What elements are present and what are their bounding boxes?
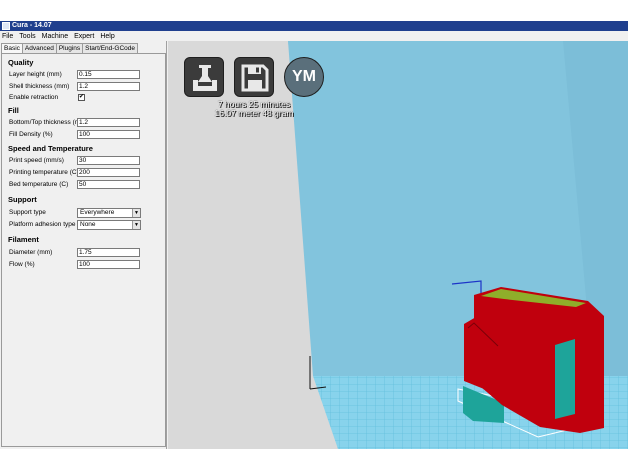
app-icon [2, 22, 10, 30]
bed-temperature-field[interactable]: 50 [77, 180, 140, 189]
support-type-select[interactable]: Everywhere ▼ [77, 208, 141, 218]
load-icon [193, 65, 217, 91]
platform-adhesion-select[interactable]: None ▼ [77, 220, 141, 230]
print-speed-label: Print speed (mm/s) [9, 157, 64, 164]
flow-label: Flow (%) [9, 261, 35, 268]
support-type-value: Everywhere [80, 209, 115, 216]
flow-field[interactable]: 100 [77, 260, 140, 269]
diameter-label: Diameter (mm) [9, 249, 53, 256]
chevron-down-icon[interactable]: ▼ [132, 209, 140, 217]
support-type-label: Support type [9, 209, 46, 216]
menu-file[interactable]: File [2, 33, 13, 40]
tab-start-end-gcode[interactable]: Start/End-GCode [82, 43, 139, 53]
print-speed-field[interactable]: 30 [77, 156, 140, 165]
settings-panel: Basic Advanced Plugins Start/End-GCode Q… [0, 41, 167, 449]
print-estimate: 7 hours 25 minutes 16.07 meter 48 gram [192, 100, 316, 118]
basic-settings: Quality Layer height (mm) 0.15 Shell thi… [1, 53, 166, 447]
cura-window: Cura - 14.07 File Tools Machine Expert H… [0, 21, 628, 449]
youmagine-button[interactable]: YM [284, 57, 324, 97]
printing-temperature-label: Printing temperature (C) [9, 169, 79, 176]
shell-thickness-field[interactable]: 1.2 [77, 82, 140, 91]
load-model-button[interactable] [184, 57, 224, 97]
bottom-top-thickness-label: Bottom/Top thickness (mm) [9, 119, 88, 126]
fill-heading: Fill [8, 106, 19, 115]
fill-density-label: Fill Density (%) [9, 131, 53, 138]
menu-bar: File Tools Machine Expert Help [0, 31, 628, 41]
menu-expert[interactable]: Expert [74, 33, 94, 40]
fill-density-field[interactable]: 100 [77, 130, 140, 139]
shell-thickness-label: Shell thickness (mm) [9, 83, 70, 90]
material-usage: 16.07 meter 48 gram [214, 108, 294, 118]
bed-temperature-label: Bed temperature (C) [9, 181, 69, 188]
platform-adhesion-label: Platform adhesion type [9, 221, 76, 228]
layer-height-label: Layer height (mm) [9, 71, 62, 78]
speed-temperature-heading: Speed and Temperature [8, 144, 93, 153]
menu-machine[interactable]: Machine [42, 33, 68, 40]
window-title: Cura - 14.07 [12, 22, 52, 29]
title-bar: Cura - 14.07 [0, 21, 628, 31]
chevron-down-icon[interactable]: ▼ [132, 221, 140, 229]
enable-retraction-checkbox[interactable]: ✔ [78, 94, 85, 101]
save-disk-icon [241, 64, 269, 92]
save-toolpath-button[interactable] [234, 57, 274, 97]
3d-viewport[interactable]: YM 7 hours 25 minutes 16.07 meter 48 gra… [168, 41, 628, 449]
filament-heading: Filament [8, 235, 39, 244]
quality-heading: Quality [8, 58, 34, 67]
layer-height-field[interactable]: 0.15 [77, 70, 140, 79]
platform-adhesion-value: None [80, 221, 96, 228]
settings-tabs: Basic Advanced Plugins Start/End-GCode [1, 43, 139, 54]
bottom-top-thickness-field[interactable]: 1.2 [77, 118, 140, 127]
support-heading: Support [8, 195, 37, 204]
tab-advanced[interactable]: Advanced [21, 43, 57, 53]
enable-retraction-label: Enable retraction [9, 94, 59, 101]
menu-help[interactable]: Help [100, 33, 114, 40]
diameter-field[interactable]: 1.75 [77, 248, 140, 257]
tab-plugins[interactable]: Plugins [55, 43, 84, 53]
model-side-face [555, 339, 575, 419]
printing-temperature-field[interactable]: 200 [77, 168, 140, 177]
menu-tools[interactable]: Tools [19, 33, 35, 40]
